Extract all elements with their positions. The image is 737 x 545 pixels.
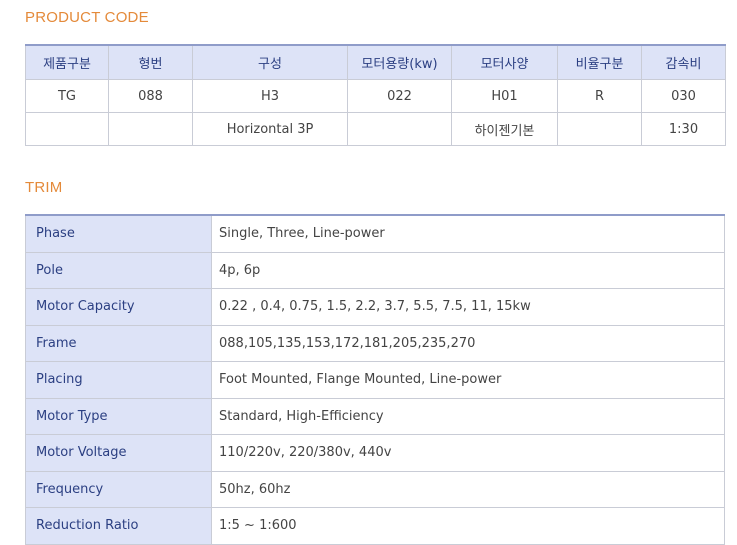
table-cell: H01 <box>451 79 558 113</box>
column-header: 모터사양 <box>451 44 558 80</box>
trim-value: Foot Mounted, Flange Mounted, Line-power <box>211 361 725 399</box>
product-code-table: 제품구분 형번 구성 모터용량(kw) 모터사양 비율구분 감속비 TG 088… <box>25 44 726 146</box>
table-cell: R <box>557 79 642 113</box>
trim-label: Reduction Ratio <box>25 507 212 545</box>
table-cell: 030 <box>641 79 726 113</box>
trim-label: Motor Type <box>25 397 212 435</box>
trim-row-motor-voltage: Motor Voltage 110/220v, 220/380v, 440v <box>25 434 725 472</box>
trim-value: 4p, 6p <box>211 251 725 289</box>
table-cell: TG <box>25 79 109 113</box>
trim-value: 1:5 ~ 1:600 <box>211 507 725 545</box>
column-header: 감속비 <box>641 44 726 80</box>
column-header: 형번 <box>108 44 193 80</box>
column-header: 비율구분 <box>557 44 642 80</box>
table-cell: 022 <box>347 79 452 113</box>
trim-value: Standard, High-Efficiency <box>211 397 725 435</box>
table-cell: 하이젠기본 <box>451 112 558 146</box>
trim-value: 50hz, 60hz <box>211 470 725 508</box>
trim-row-motor-capacity: Motor Capacity 0.22 , 0.4, 0.75, 1.5, 2.… <box>25 288 725 326</box>
trim-label: Motor Capacity <box>25 288 212 326</box>
trim-title: TRIM <box>25 179 63 196</box>
trim-value: 110/220v, 220/380v, 440v <box>211 434 725 472</box>
trim-row-placing: Placing Foot Mounted, Flange Mounted, Li… <box>25 361 725 399</box>
trim-value: Single, Three, Line-power <box>211 214 725 253</box>
trim-row-pole: Pole 4p, 6p <box>25 251 725 289</box>
table-row: TG 088 H3 022 H01 R 030 <box>25 79 726 113</box>
table-cell: 088 <box>108 79 193 113</box>
trim-row-frequency: Frequency 50hz, 60hz <box>25 470 725 508</box>
trim-row-reduction-ratio: Reduction Ratio 1:5 ~ 1:600 <box>25 507 725 545</box>
table-cell: 1:30 <box>641 112 726 146</box>
product-code-header-row: 제품구분 형번 구성 모터용량(kw) 모터사양 비율구분 감속비 <box>25 44 726 80</box>
trim-value: 0.22 , 0.4, 0.75, 1.5, 2.2, 3.7, 5.5, 7.… <box>211 288 725 326</box>
column-header: 구성 <box>192 44 348 80</box>
table-cell <box>557 112 642 146</box>
table-row: Horizontal 3P 하이젠기본 1:30 <box>25 112 726 146</box>
trim-row-frame: Frame 088,105,135,153,172,181,205,235,27… <box>25 324 725 362</box>
trim-value: 088,105,135,153,172,181,205,235,270 <box>211 324 725 362</box>
column-header: 모터용량(kw) <box>347 44 452 80</box>
table-cell: H3 <box>192 79 348 113</box>
trim-label: Phase <box>25 214 212 253</box>
trim-label: Placing <box>25 361 212 399</box>
trim-label: Motor Voltage <box>25 434 212 472</box>
trim-label: Pole <box>25 251 212 289</box>
trim-table: Phase Single, Three, Line-power Pole 4p,… <box>25 214 725 545</box>
product-code-title: PRODUCT CODE <box>25 9 149 26</box>
table-cell: Horizontal 3P <box>192 112 348 146</box>
trim-label: Frame <box>25 324 212 362</box>
column-header: 제품구분 <box>25 44 109 80</box>
table-cell <box>108 112 193 146</box>
trim-label: Frequency <box>25 470 212 508</box>
trim-row-phase: Phase Single, Three, Line-power <box>25 214 725 253</box>
trim-row-motor-type: Motor Type Standard, High-Efficiency <box>25 397 725 435</box>
table-cell <box>347 112 452 146</box>
table-cell <box>25 112 109 146</box>
